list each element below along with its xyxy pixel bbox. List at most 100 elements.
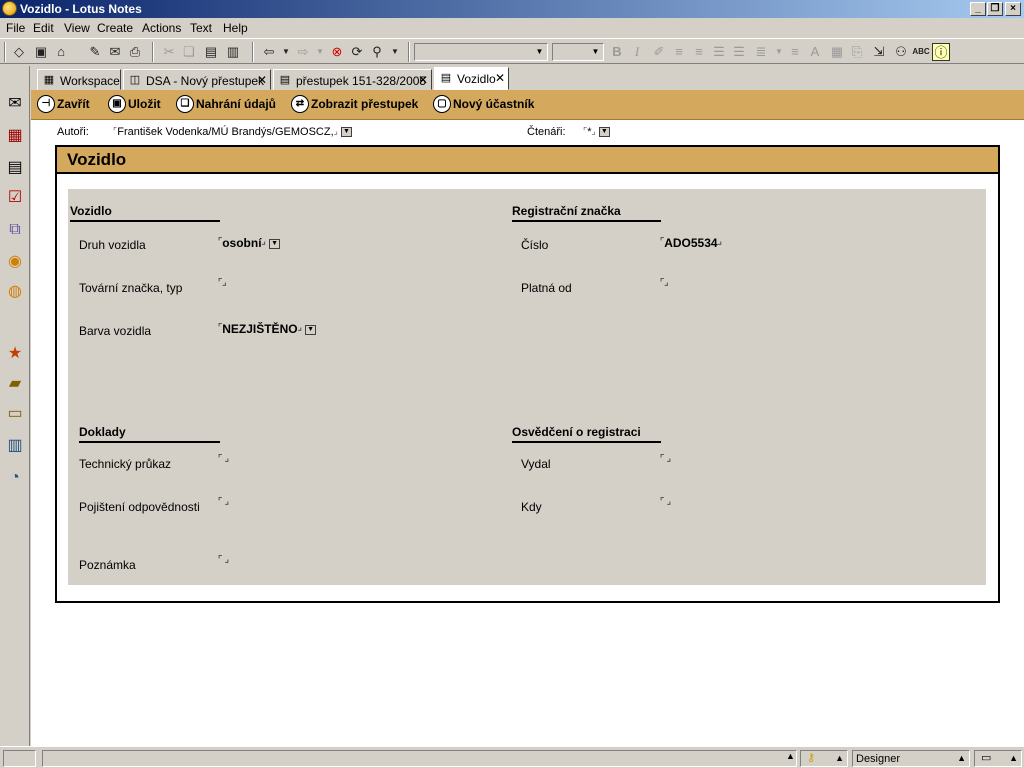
authors-field[interactable]: ⌜František Vodenka/MÚ Brandýs/GEMOSCZ,⌟ …: [113, 126, 352, 138]
paste-special-icon[interactable]: ▥: [224, 43, 242, 61]
readers-field[interactable]: ⌜*⌟ ▼: [583, 126, 610, 138]
restore-button[interactable]: ❐: [987, 2, 1003, 16]
bookmark-folder-icon[interactable]: ▰: [3, 372, 27, 396]
indent-icon[interactable]: ≡: [690, 43, 708, 61]
edit-document-icon[interactable]: ✎: [86, 43, 104, 61]
readers-label: Čtenáři:: [527, 126, 566, 138]
load-data-button[interactable]: ❏ Nahrání údajů: [176, 95, 276, 115]
close-tab-icon[interactable]: ✕: [257, 73, 267, 87]
bold-icon[interactable]: B: [608, 43, 626, 61]
registration-number-field[interactable]: ⌜ADO5534⌟: [660, 236, 722, 250]
forward-arrow-icon[interactable]: ⇨: [294, 43, 312, 61]
address-book-icon[interactable]: ▤: [3, 156, 27, 180]
designer-diamond-icon[interactable]: ◇: [10, 43, 28, 61]
menu-actions[interactable]: Actions: [142, 21, 181, 35]
status-message[interactable]: [42, 750, 797, 767]
outdent-icon[interactable]: ≡: [670, 43, 688, 61]
attach-icon[interactable]: ⎘: [848, 43, 866, 61]
print-icon[interactable]: ⎙: [126, 43, 144, 61]
tab-vozidlo[interactable]: ▤ Vozidlo ✕: [434, 67, 509, 90]
bookmark-folder-star-icon[interactable]: ★: [3, 342, 27, 366]
database-icon: ◫: [129, 74, 141, 86]
numbered-list-icon[interactable]: ☰: [730, 43, 748, 61]
valid-from-field[interactable]: ⌜⌟: [660, 277, 668, 291]
text-style-icon[interactable]: A: [806, 43, 824, 61]
chevron-down-icon[interactable]: ▼: [269, 238, 281, 249]
table-icon[interactable]: ▦: [828, 43, 846, 61]
vehicle-color-field[interactable]: ⌜NEZJIŠTĚNO⌟ ▼: [218, 322, 317, 336]
font-size-combo[interactable]: ▼: [552, 43, 604, 61]
folder-icon[interactable]: ▭: [3, 402, 27, 426]
search-icon[interactable]: ⚲: [368, 43, 386, 61]
tab-dsa-novy-prestupek[interactable]: ◫ DSA - Nový přestupek ✕: [123, 69, 271, 90]
copy-icon[interactable]: ❏: [180, 43, 198, 61]
paste-icon[interactable]: ▤: [202, 43, 220, 61]
menu-help[interactable]: Help: [223, 21, 248, 35]
tab-label: Vozidlo: [457, 72, 496, 86]
issued-when-field[interactable]: ⌜ ⌟: [660, 496, 671, 510]
cut-icon[interactable]: ✂: [160, 43, 178, 61]
style-combo[interactable]: ▼: [414, 43, 548, 61]
note-field[interactable]: ⌜ ⌟: [218, 554, 229, 568]
location-box[interactable]: Designer ▲: [852, 750, 970, 767]
italic-icon[interactable]: I: [628, 43, 646, 61]
forward-dropdown-icon[interactable]: ▼: [311, 43, 329, 61]
close-tab-icon[interactable]: ✕: [418, 73, 428, 87]
tab-workspace[interactable]: ▦ Workspace: [37, 69, 121, 90]
back-arrow-icon[interactable]: ⇦: [260, 43, 278, 61]
tab-prestupek[interactable]: ▤ přestupek 151-328/2005 ✕: [273, 69, 432, 90]
back-dropdown-icon[interactable]: ▼: [277, 43, 295, 61]
issued-by-field[interactable]: ⌜ ⌟: [660, 453, 671, 467]
find-binoculars-icon[interactable]: ⚇: [892, 43, 910, 61]
menu-view[interactable]: View: [64, 21, 90, 35]
security-key-box[interactable]: ⚷ ▲: [800, 750, 848, 767]
stop-icon[interactable]: ⊗: [328, 43, 346, 61]
highlighter-icon[interactable]: ✐: [650, 43, 668, 61]
vehicle-type-field[interactable]: ⌜osobní⌟ ▼: [218, 236, 281, 250]
status-up-arrow-icon[interactable]: ▲: [786, 751, 795, 761]
menu-edit[interactable]: Edit: [33, 21, 54, 35]
insurance-field[interactable]: ⌜ ⌟: [218, 496, 229, 510]
close-tab-icon[interactable]: ✕: [495, 71, 505, 85]
menu-bar: File Edit View Create Actions Text Help: [0, 18, 1024, 38]
search-dropdown-icon[interactable]: ▼: [386, 43, 404, 61]
vehicle-make-field[interactable]: ⌜⌟: [218, 277, 226, 291]
minimize-button[interactable]: _: [970, 2, 986, 16]
registration-number-label: Číslo: [521, 238, 549, 252]
insurance-label: Pojištení odpovědnosti: [79, 500, 200, 514]
mail-status-box[interactable]: ▭ ▲: [974, 750, 1022, 767]
chevron-down-icon[interactable]: ▼: [598, 127, 610, 138]
align-icon[interactable]: ≣: [752, 43, 770, 61]
link-icon[interactable]: ⇲: [870, 43, 888, 61]
save-icon[interactable]: ▣: [32, 43, 50, 61]
menu-text[interactable]: Text: [190, 21, 212, 35]
refresh-icon[interactable]: ⟳: [348, 43, 366, 61]
chevron-down-icon[interactable]: ▼: [340, 127, 352, 138]
forward-icon[interactable]: ✉: [106, 43, 124, 61]
calendar-icon[interactable]: ▦: [3, 124, 27, 148]
replicator-icon[interactable]: ⧉: [3, 218, 27, 242]
properties-icon[interactable]: ⓘ: [932, 43, 950, 61]
bookmark-folder-web-icon[interactable]: ◔: [3, 466, 27, 490]
bookmark-folder-db-icon[interactable]: ▥: [3, 434, 27, 458]
vehicle-color-value: NEZJIŠTĚNO: [222, 322, 298, 336]
save-button[interactable]: ▣ Uložit: [108, 95, 161, 115]
new-participant-button[interactable]: ▢ Nový účastník: [433, 95, 534, 115]
status-indicator[interactable]: [3, 750, 36, 767]
chevron-down-icon[interactable]: ▼: [305, 324, 317, 335]
form-header: Vozidlo: [57, 147, 998, 174]
close-window-button[interactable]: ×: [1005, 2, 1021, 16]
todo-icon[interactable]: ☑: [3, 186, 27, 210]
databases-icon[interactable]: ◍: [3, 280, 27, 304]
paragraph-icon[interactable]: ≡: [786, 43, 804, 61]
spell-check-icon[interactable]: ABC: [912, 43, 930, 61]
show-offense-button[interactable]: ⇄ Zobrazit přestupek: [291, 95, 418, 115]
open-folder-icon[interactable]: ⌂: [52, 43, 70, 61]
close-button[interactable]: ⊣ Zavřít: [37, 95, 90, 115]
tech-certificate-field[interactable]: ⌜ ⌟: [218, 453, 229, 467]
menu-create[interactable]: Create: [97, 21, 133, 35]
favorites-icon[interactable]: ◉: [3, 250, 27, 274]
mail-icon[interactable]: ✉: [3, 92, 27, 116]
bullet-list-icon[interactable]: ☰: [710, 43, 728, 61]
menu-file[interactable]: File: [6, 21, 25, 35]
